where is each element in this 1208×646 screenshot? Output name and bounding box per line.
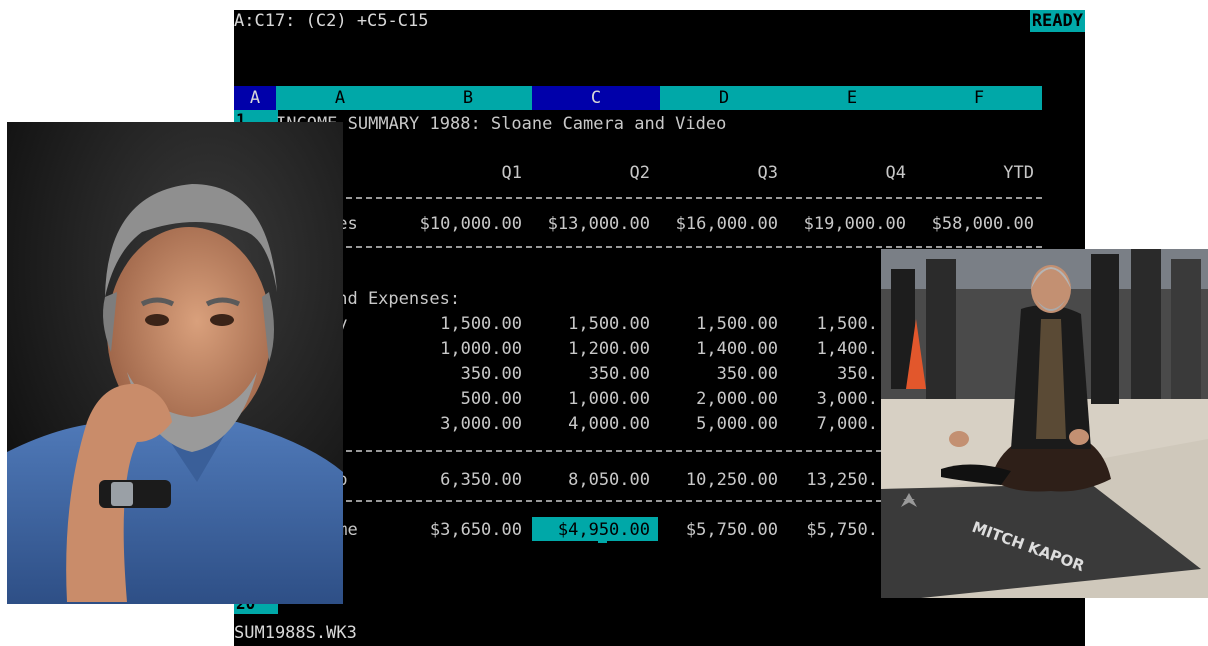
expense-4-q1[interactable]: 500.00: [404, 388, 522, 410]
total-q2[interactable]: 8,050.00: [532, 469, 650, 491]
header-q4[interactable]: Q4: [788, 162, 906, 184]
expense-5-q1[interactable]: 3,000.00: [404, 413, 522, 435]
column-header-b[interactable]: B: [404, 86, 532, 110]
sheet-letter-corner: A: [234, 86, 276, 110]
file-name: SUM1988S.WK3: [234, 623, 357, 643]
expense-3-q4[interactable]: 350.: [788, 363, 878, 385]
net-q2: $4,950.00: [557, 520, 650, 540]
sales-q3[interactable]: $16,000.00: [660, 213, 778, 235]
sales-q2[interactable]: $13,000.00: [532, 213, 650, 235]
net-q3[interactable]: $5,750.00: [660, 519, 778, 541]
walk-of-fame-photo: MITCH KAPOR: [881, 249, 1208, 598]
expense-3-q3[interactable]: 350.00: [660, 363, 778, 385]
expense-5-q2[interactable]: 4,000.00: [532, 413, 650, 435]
expense-1-q3[interactable]: 1,500.00: [660, 313, 778, 335]
walk-of-fame-illustration: MITCH KAPOR: [881, 249, 1208, 598]
total-q1[interactable]: 6,350.00: [404, 469, 522, 491]
column-header-f[interactable]: F: [916, 86, 1042, 110]
header-ytd[interactable]: YTD: [916, 162, 1034, 184]
column-header-a[interactable]: A: [276, 86, 404, 110]
column-header-e[interactable]: E: [788, 86, 916, 110]
separator-line: [276, 197, 1042, 199]
net-q1[interactable]: $3,650.00: [404, 519, 522, 541]
header-q3[interactable]: Q3: [660, 162, 778, 184]
expense-3-q2[interactable]: 350.00: [532, 363, 650, 385]
expense-4-q3[interactable]: 2,000.00: [660, 388, 778, 410]
column-header-c[interactable]: C: [532, 86, 660, 110]
mode-indicator: READY: [1029, 10, 1085, 32]
column-header-d[interactable]: D: [660, 86, 788, 110]
sales-q4[interactable]: $19,000.00: [788, 213, 906, 235]
sales-q1[interactable]: $10,000.00: [404, 213, 522, 235]
header-q1[interactable]: Q1: [404, 162, 522, 184]
portrait-illustration: [7, 122, 343, 604]
column-header-row: A A B C D E F: [234, 86, 1042, 110]
selected-cell-c17[interactable]: $4,950.00: [532, 517, 658, 541]
expense-5-q3[interactable]: 5,000.00: [660, 413, 778, 435]
total-q3[interactable]: 10,250.00: [660, 469, 778, 491]
sheet-title[interactable]: INCOME SUMMARY 1988: Sloane Camera and V…: [276, 113, 726, 135]
expenses-heading[interactable]: and Expenses:: [327, 288, 460, 310]
expense-2-q2[interactable]: 1,200.00: [532, 338, 650, 360]
separator-line: [276, 246, 1042, 248]
net-q4[interactable]: $5,750.: [788, 519, 878, 541]
expense-4-q2[interactable]: 1,000.00: [532, 388, 650, 410]
expense-5-q4[interactable]: 7,000.: [788, 413, 878, 435]
header-q2[interactable]: Q2: [532, 162, 650, 184]
text-cursor: [598, 540, 607, 543]
cell-address-line: A:C17: (C2) +C5-C15: [234, 11, 429, 31]
expense-4-q4[interactable]: 3,000.: [788, 388, 878, 410]
expense-2-q1[interactable]: 1,000.00: [404, 338, 522, 360]
total-q4[interactable]: 13,250.: [788, 469, 878, 491]
expense-2-q4[interactable]: 1,400.: [788, 338, 878, 360]
expense-1-q1[interactable]: 1,500.00: [404, 313, 522, 335]
sales-ytd[interactable]: $58,000.00: [916, 213, 1034, 235]
portrait-photo: [7, 122, 343, 604]
expense-2-q3[interactable]: 1,400.00: [660, 338, 778, 360]
expense-1-q2[interactable]: 1,500.00: [532, 313, 650, 335]
expense-3-q1[interactable]: 350.00: [404, 363, 522, 385]
expense-1-q4[interactable]: 1,500.: [788, 313, 878, 335]
